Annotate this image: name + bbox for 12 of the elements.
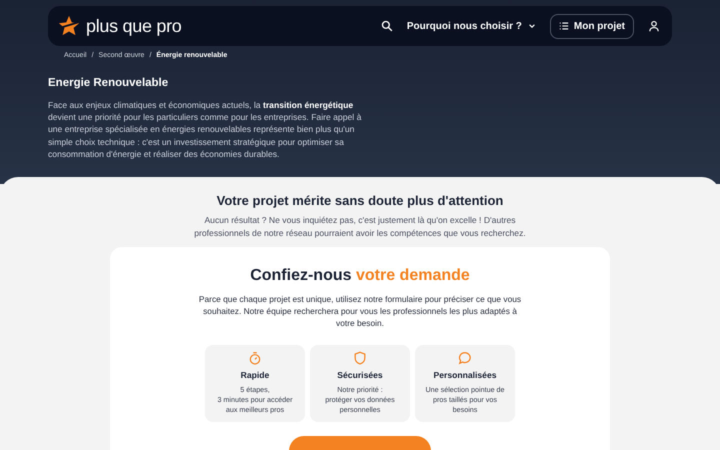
- feature-title: Rapide: [240, 370, 270, 380]
- section-heading: Votre projet mérite sans doute plus d'attention: [216, 193, 504, 208]
- feature-title: Personnalisées: [433, 370, 497, 380]
- page-title: Energie Renouvelable: [48, 77, 170, 89]
- project-button[interactable]: Mon projet: [550, 14, 634, 38]
- feature-title: Sécurisées: [337, 370, 383, 380]
- card-heading: Confiez-nous votre demande: [249, 267, 471, 286]
- card-text: Parce que chaque projet est unique, utilisez notre formulaire pour préciser ce que vous souhaitez. Notre équipe recherchera pour vous les professionnels les plus adaptés à votre besoin.: [198, 293, 522, 330]
- intro-paragraph: Face aux enjeux climatiques et économiques actuels, la transition énergétique devient une priorité pour les particuliers comme pour les entreprises. Faire appel à une entreprise spécialisée en énergies renouvelables représente bien plus qu'un simple choix technique : c'est un investissement stratégique pour optimiser sa consommation d'énergie et réaliser des économies durables.: [48, 99, 362, 160]
- nav-link[interactable]: Pourquoi nous choisir ?: [406, 20, 536, 32]
- section-text: Aucun résultat ? Ne vous inquiétez pas, c'est justement là qu'on excelle ! D'autres professionnels de notre réseau pourraient avoir les compétences que vous recherchez.: [193, 214, 527, 240]
- logo-text[interactable]: plus que pro: [86, 16, 182, 36]
